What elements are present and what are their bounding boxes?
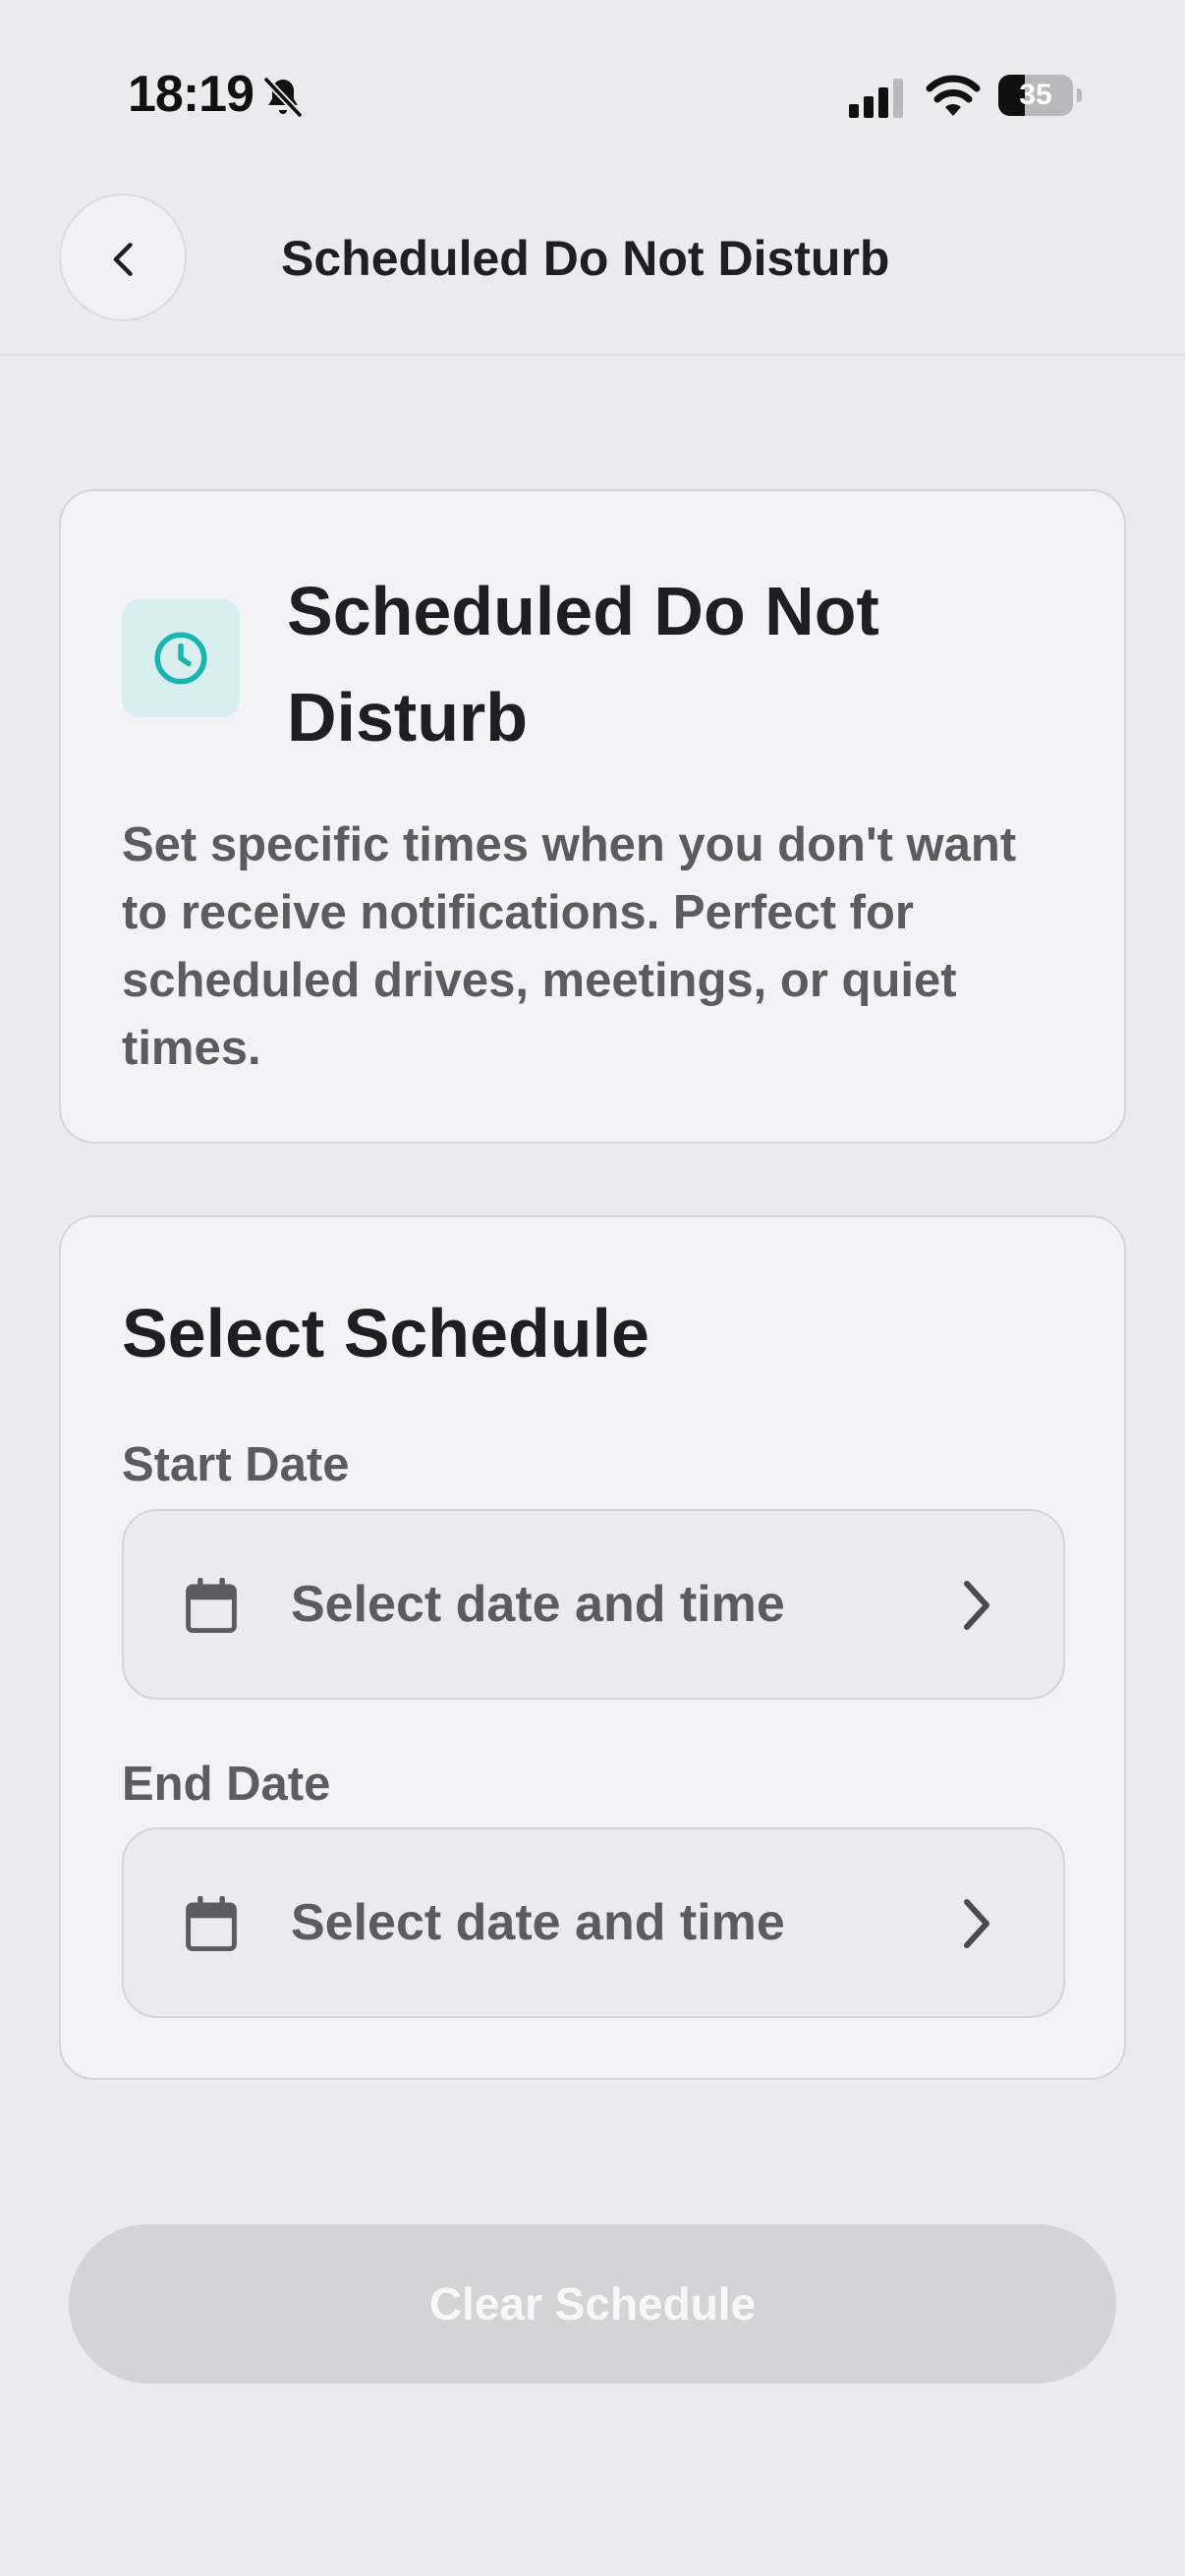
schedule-card: Select Schedule Start Date Select date a… [59, 1215, 1126, 2080]
page-title: Scheduled Do Not Disturb [281, 231, 890, 286]
clear-schedule-button[interactable]: Clear Schedule [69, 2224, 1116, 2383]
info-card: Scheduled Do Not Disturb Set specific ti… [59, 489, 1126, 1144]
start-date-value: Select date and time [291, 1576, 785, 1633]
chevron-right-icon [964, 1581, 989, 1630]
status-time: 18:19 [128, 66, 254, 123]
info-description: Set specific times when you don't want t… [122, 818, 1017, 1075]
bell-slash-icon [262, 76, 304, 119]
schedule-title: Select Schedule [122, 1295, 649, 1372]
info-title: Scheduled Do Not Disturb [287, 573, 879, 756]
clock-icon [154, 632, 207, 685]
calendar-icon [186, 1896, 237, 1951]
start-date-label: Start Date [122, 1438, 350, 1491]
cellular-signal-icon [849, 79, 903, 118]
end-date-picker[interactable]: Select date and time [122, 1827, 1065, 2018]
chevron-left-icon [113, 243, 133, 276]
clock-badge [122, 599, 240, 717]
chevron-right-icon [964, 1899, 989, 1948]
end-date-value: Select date and time [291, 1894, 785, 1951]
wifi-icon [926, 75, 981, 116]
start-date-picker[interactable]: Select date and time [122, 1509, 1065, 1700]
battery-level: 35 [1019, 79, 1052, 111]
battery-icon: 35 [998, 75, 1082, 116]
calendar-icon [186, 1578, 237, 1633]
status-bar: 18:19 35 [0, 0, 1185, 187]
back-button[interactable] [59, 194, 187, 321]
end-date-label: End Date [122, 1758, 331, 1811]
nav-header: Scheduled Do Not Disturb [0, 187, 1185, 356]
